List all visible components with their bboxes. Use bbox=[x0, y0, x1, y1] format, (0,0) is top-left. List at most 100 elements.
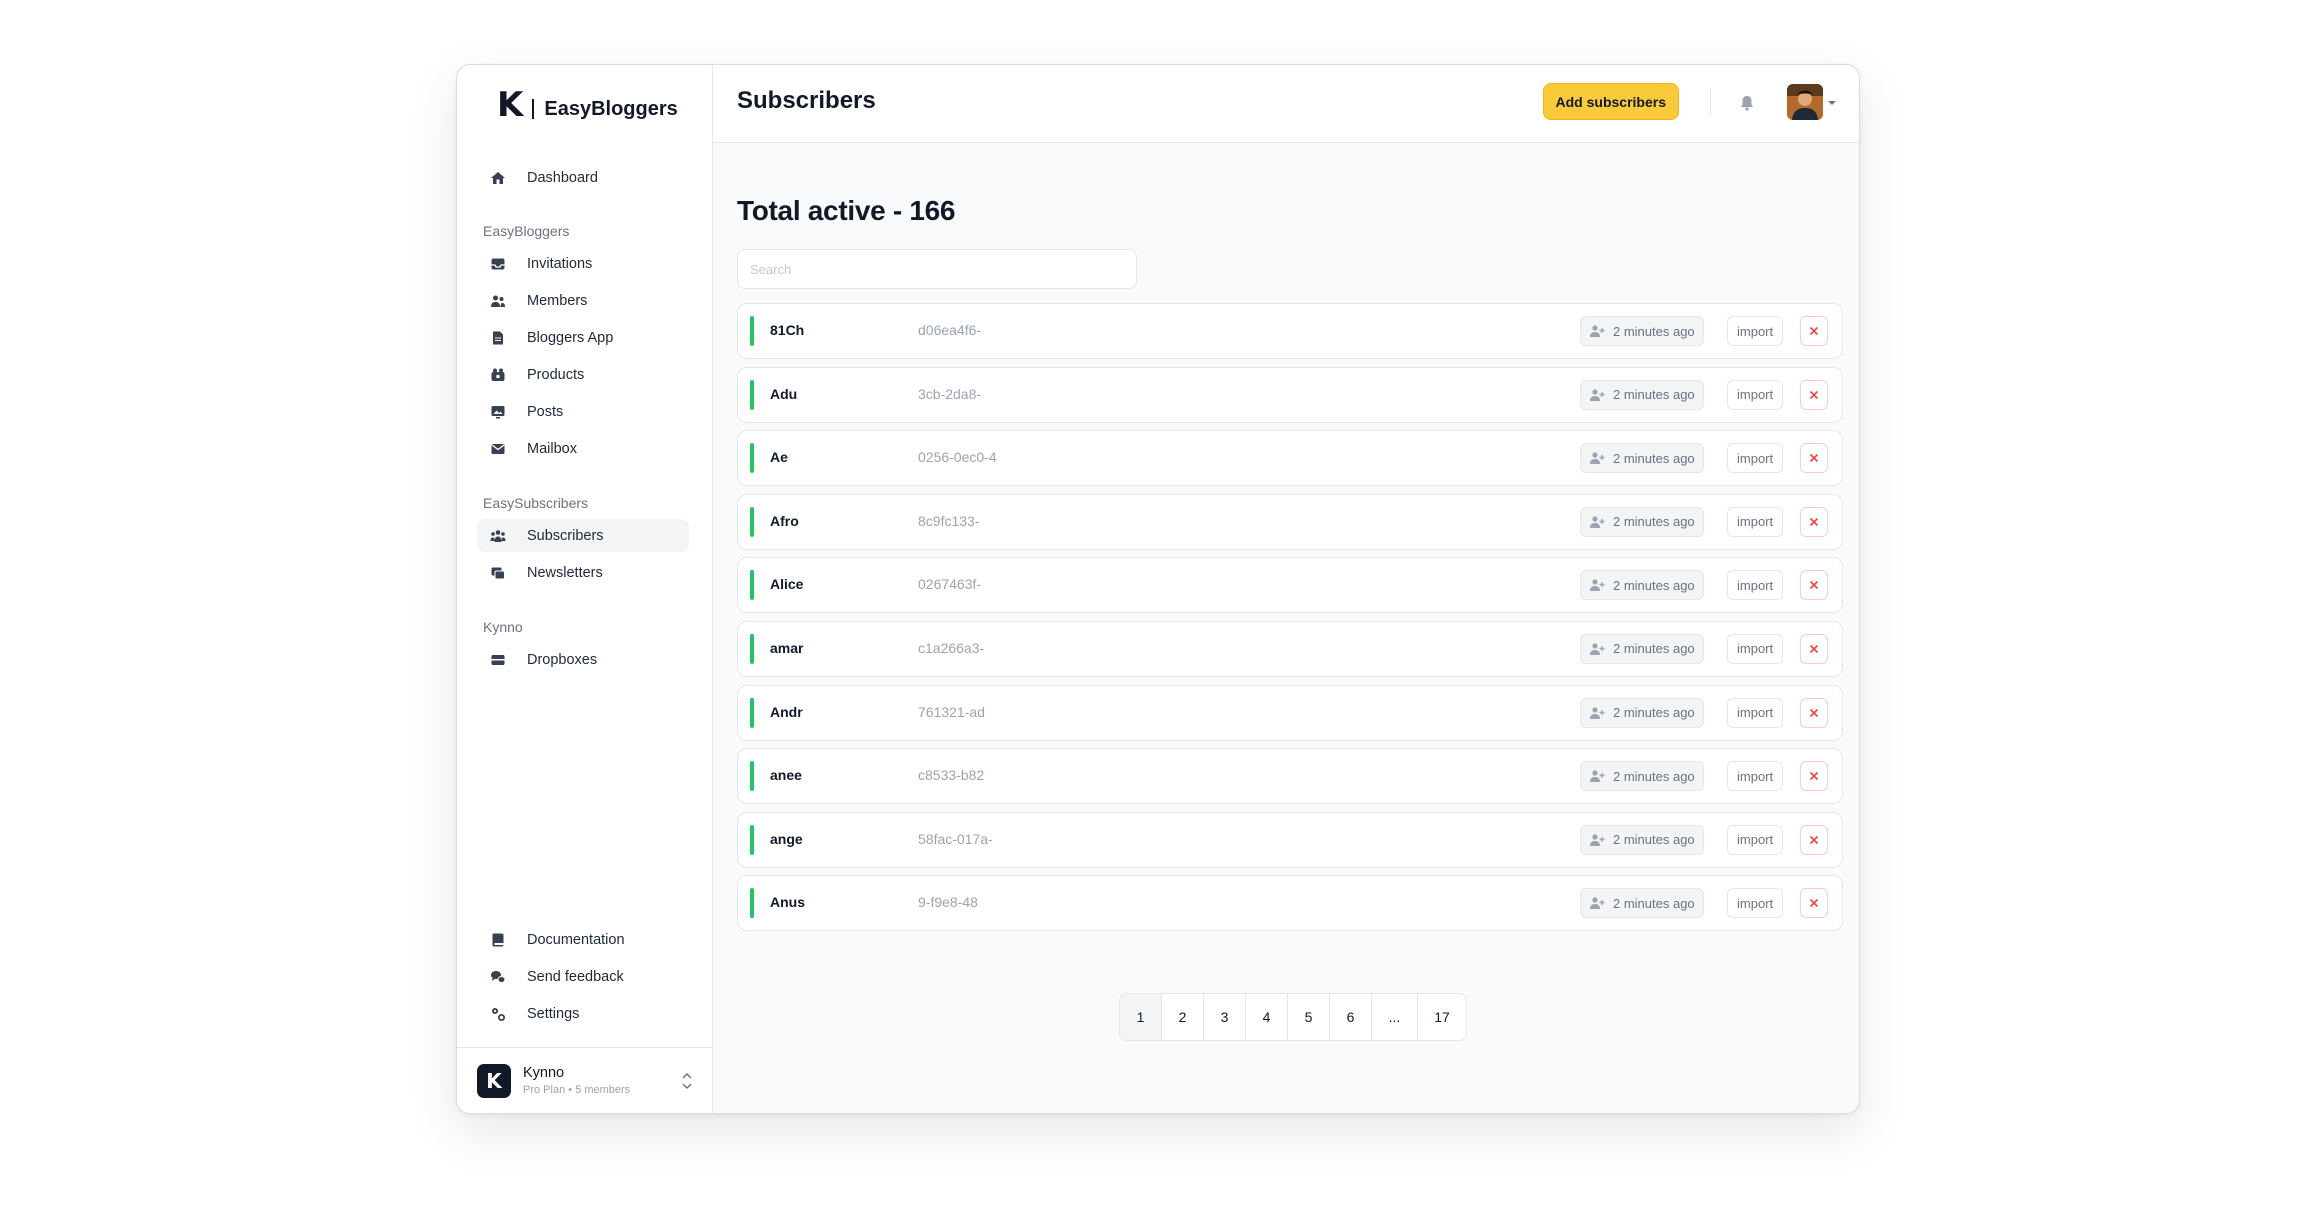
close-icon bbox=[1809, 326, 1819, 336]
page-button[interactable]: 4 bbox=[1246, 994, 1288, 1040]
delete-button[interactable] bbox=[1800, 570, 1828, 601]
added-time-badge: 2 minutes ago bbox=[1580, 697, 1704, 728]
subscriber-row[interactable]: Andr 761321-ad 2 minutes ago import bbox=[737, 684, 1843, 741]
sidebar-item-newsletters[interactable]: Newsletters bbox=[477, 556, 689, 589]
import-button[interactable]: import bbox=[1727, 824, 1784, 855]
org-logo-icon: K bbox=[477, 1063, 511, 1098]
sidebar-item-posts[interactable]: Posts bbox=[477, 395, 689, 428]
close-icon bbox=[1809, 454, 1819, 463]
subscriber-id: c1a266a3- bbox=[918, 640, 998, 656]
subscriber-id: d06ea4f6- bbox=[918, 322, 998, 338]
delete-button[interactable] bbox=[1800, 761, 1828, 792]
added-time-badge: 2 minutes ago bbox=[1580, 506, 1704, 537]
user-plus-icon bbox=[1590, 452, 1605, 465]
bell-icon[interactable] bbox=[1737, 93, 1757, 113]
inbox-icon bbox=[489, 255, 507, 273]
subscriber-row[interactable]: ange 58fac-017a- 2 minutes ago import bbox=[737, 811, 1843, 868]
delete-button[interactable] bbox=[1800, 888, 1828, 919]
sidebar-item-label: Bloggers App bbox=[527, 329, 614, 346]
subscriber-row[interactable]: Adu 3cb-2da8- 2 minutes ago import bbox=[737, 366, 1843, 423]
subscriber-row[interactable]: Afro 8c9fc133- 2 minutes ago import bbox=[737, 493, 1843, 550]
user-plus-icon bbox=[1590, 325, 1605, 337]
added-time-badge: 2 minutes ago bbox=[1580, 316, 1704, 346]
sidebar-item-products[interactable]: Products bbox=[477, 358, 689, 391]
delete-button[interactable] bbox=[1800, 316, 1828, 346]
sidebar-item-dropboxes[interactable]: Dropboxes bbox=[477, 643, 689, 676]
page-button[interactable]: 2 bbox=[1162, 994, 1204, 1040]
delete-button[interactable] bbox=[1800, 443, 1828, 474]
subscriber-id: 3cb-2da8- bbox=[918, 386, 998, 402]
sidebar-item-dashboard[interactable]: Dashboard bbox=[477, 161, 689, 194]
import-button[interactable]: import bbox=[1727, 888, 1784, 919]
subscriber-name: Adu bbox=[770, 385, 798, 402]
page-button[interactable]: 3 bbox=[1204, 994, 1246, 1040]
sidebar-item-send-feedback[interactable]: Send feedback bbox=[477, 960, 689, 993]
sidebar-item-label: Mailbox bbox=[527, 440, 577, 457]
delete-button[interactable] bbox=[1800, 697, 1828, 728]
subscriber-row[interactable]: Ae 0256-0ec0-4 2 minutes ago import bbox=[737, 430, 1843, 487]
sidebar-item-subscribers[interactable]: Subscribers bbox=[477, 519, 689, 552]
added-time-badge: 2 minutes ago bbox=[1580, 443, 1704, 474]
sidebar-item-settings[interactable]: Settings bbox=[477, 997, 689, 1030]
page-button[interactable]: 1 bbox=[1120, 994, 1162, 1040]
subscriber-row[interactable]: 81Ch d06ea4f6- 2 minutes ago import bbox=[737, 303, 1843, 359]
added-time-label: 2 minutes ago bbox=[1613, 323, 1695, 339]
subscriber-row[interactable]: anee c8533-b82 2 minutes ago import bbox=[737, 748, 1843, 805]
delete-button[interactable] bbox=[1800, 824, 1828, 855]
subscriber-row[interactable]: Alice 0267463f- 2 minutes ago import bbox=[737, 557, 1843, 614]
pagination-ellipsis: ... bbox=[1372, 994, 1418, 1040]
delete-button[interactable] bbox=[1800, 633, 1828, 664]
added-time-badge: 2 minutes ago bbox=[1580, 824, 1704, 855]
sidebar-item-members[interactable]: Members bbox=[477, 284, 689, 317]
subscriber-id: 9-f9e8-48 bbox=[918, 894, 998, 910]
sidebar-item-invitations[interactable]: Invitations bbox=[477, 247, 689, 280]
subscriber-id: 8c9fc133- bbox=[918, 513, 998, 529]
import-button[interactable]: import bbox=[1727, 443, 1784, 474]
subscriber-row[interactable]: Anus 9-f9e8-48 2 minutes ago import bbox=[737, 875, 1843, 932]
import-button[interactable]: import bbox=[1727, 633, 1784, 664]
subscriber-row[interactable]: amar c1a266a3- 2 minutes ago import bbox=[737, 620, 1843, 677]
close-icon bbox=[1809, 772, 1819, 781]
sidebar-item-label: Settings bbox=[527, 1005, 580, 1022]
settings-icon bbox=[489, 1005, 507, 1023]
header-divider bbox=[1709, 89, 1711, 115]
app-window: K EasyBloggers Dashboard EasyBloggers In… bbox=[456, 64, 1860, 1114]
import-button[interactable]: import bbox=[1727, 506, 1784, 537]
sidebar-item-label: Documentation bbox=[527, 931, 625, 948]
delete-button[interactable] bbox=[1800, 506, 1828, 537]
delete-button[interactable] bbox=[1800, 379, 1828, 410]
added-time-label: 2 minutes ago bbox=[1613, 705, 1695, 721]
subscriber-id-text: 0256-0ec0-4 bbox=[918, 449, 997, 466]
sidebar-item-mailbox[interactable]: Mailbox bbox=[477, 432, 689, 465]
add-subscribers-button[interactable]: Add subscribers bbox=[1542, 83, 1679, 120]
user-plus-icon bbox=[1590, 834, 1605, 846]
sidebar-item-label: Products bbox=[527, 366, 585, 383]
import-button[interactable]: import bbox=[1727, 316, 1784, 346]
page-button[interactable]: 17 bbox=[1418, 994, 1466, 1040]
import-button[interactable]: import bbox=[1727, 761, 1784, 792]
chat-icon bbox=[489, 968, 507, 986]
sidebar: K EasyBloggers Dashboard EasyBloggers In… bbox=[457, 65, 713, 1113]
subscriber-name: ange bbox=[770, 830, 803, 847]
user-avatar[interactable] bbox=[1787, 84, 1823, 120]
organization-switcher[interactable]: K Kynno Pro Plan • 5 members bbox=[457, 1047, 713, 1113]
import-button[interactable]: import bbox=[1727, 379, 1784, 410]
document-icon bbox=[489, 329, 507, 347]
chevron-down-icon[interactable] bbox=[1827, 99, 1837, 107]
import-button[interactable]: import bbox=[1727, 697, 1784, 728]
kynno-logo-icon: K bbox=[497, 85, 523, 125]
page-button[interactable]: 6 bbox=[1330, 994, 1372, 1040]
sidebar-item-documentation[interactable]: Documentation bbox=[477, 923, 689, 956]
subscriber-id-text: 8c9fc133- bbox=[918, 512, 980, 529]
sidebar-item-bloggers-app[interactable]: Bloggers App bbox=[477, 321, 689, 354]
page-button[interactable]: 5 bbox=[1288, 994, 1330, 1040]
subscriber-name: Andr bbox=[770, 703, 803, 720]
newsletter-icon bbox=[489, 564, 507, 582]
brand-logo[interactable]: K EasyBloggers bbox=[497, 85, 678, 125]
import-button[interactable]: import bbox=[1727, 570, 1784, 601]
search-input[interactable] bbox=[737, 249, 1137, 289]
user-plus-icon bbox=[1590, 897, 1605, 910]
subscriber-name: 81Ch bbox=[770, 322, 805, 338]
user-plus-icon bbox=[1590, 516, 1605, 528]
added-time-label: 2 minutes ago bbox=[1613, 768, 1695, 784]
